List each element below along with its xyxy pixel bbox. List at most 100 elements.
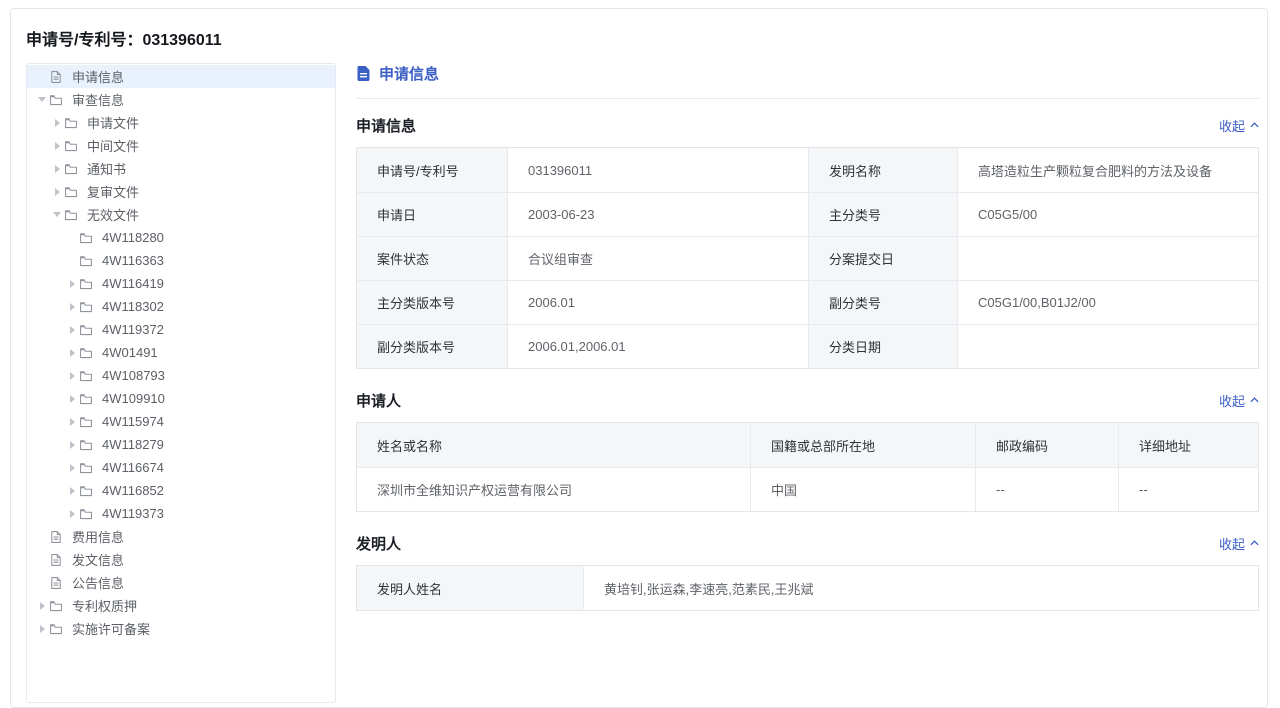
caret-right-icon[interactable] — [50, 139, 64, 153]
caret-right-icon[interactable] — [65, 415, 79, 429]
collapse-link-inventor[interactable]: 收起 — [1219, 534, 1259, 553]
tree-item-申请文件[interactable]: 申请文件 — [27, 111, 335, 134]
tree-item-中间文件[interactable]: 中间文件 — [27, 134, 335, 157]
tree-item-label: 4W119372 — [102, 322, 164, 337]
section-title-application-info: 申请信息 — [356, 115, 416, 136]
tree-item-4W118279[interactable]: 4W118279 — [27, 433, 335, 456]
field-label: 主分类号 — [808, 192, 957, 236]
tree-item-4W119373[interactable]: 4W119373 — [27, 502, 335, 525]
collapse-link-applicant[interactable]: 收起 — [1219, 391, 1259, 410]
section-header-application-info: 申请信息 收起 — [356, 114, 1259, 136]
document-icon — [49, 552, 64, 567]
main-header-title: 申请信息 — [379, 63, 439, 84]
field-label: 申请日 — [357, 192, 507, 236]
document-icon — [49, 529, 64, 544]
tree-item-4W118302[interactable]: 4W118302 — [27, 295, 335, 318]
chevron-up-icon — [1250, 122, 1259, 128]
chevron-up-icon — [1250, 540, 1259, 546]
tree-item-4W119372[interactable]: 4W119372 — [27, 318, 335, 341]
tree-item-label: 4W118280 — [102, 230, 164, 245]
chevron-up-icon — [1250, 397, 1259, 403]
collapse-label: 收起 — [1219, 534, 1245, 553]
applicant-table: 姓名或名称国籍或总部所在地邮政编码详细地址深圳市全维知识产权运营有限公司中国--… — [356, 422, 1259, 512]
caret-right-icon[interactable] — [65, 392, 79, 406]
tree-item-label: 公告信息 — [72, 573, 124, 592]
field-label: 副分类版本号 — [357, 324, 507, 368]
tree-item-4W116674[interactable]: 4W116674 — [27, 456, 335, 479]
field-value: 2006.01 — [507, 280, 808, 324]
field-label: 申请号/专利号 — [357, 148, 507, 192]
tree-item-4W108793[interactable]: 4W108793 — [27, 364, 335, 387]
caret-right-icon[interactable] — [65, 346, 79, 360]
tree-item-4W109910[interactable]: 4W109910 — [27, 387, 335, 410]
tree-item-label: 4W119373 — [102, 506, 164, 521]
collapse-link-application-info[interactable]: 收起 — [1219, 116, 1259, 135]
tree-item-公告信息[interactable]: 公告信息 — [27, 571, 335, 594]
tree-item-无效文件[interactable]: 无效文件 — [27, 203, 335, 226]
table-cell: -- — [1118, 467, 1258, 511]
caret-down-icon[interactable] — [50, 208, 64, 222]
caret-right-icon[interactable] — [65, 484, 79, 498]
tree-item-label: 4W116363 — [102, 253, 164, 268]
tree-item-发文信息[interactable]: 发文信息 — [27, 548, 335, 571]
caret-placeholder — [35, 70, 49, 84]
tree-item-审查信息[interactable]: 审查信息 — [27, 88, 335, 111]
caret-right-icon[interactable] — [50, 116, 64, 130]
tree-item-专利权质押[interactable]: 专利权质押 — [27, 594, 335, 617]
folder-icon — [49, 598, 64, 613]
tree-item-label: 4W01491 — [102, 345, 158, 360]
folder-icon — [64, 207, 79, 222]
caret-placeholder — [65, 254, 79, 268]
tree-item-4W118280[interactable]: 4W118280 — [27, 226, 335, 249]
table-cell: -- — [975, 467, 1118, 511]
tree-item-4W115974[interactable]: 4W115974 — [27, 410, 335, 433]
tree-item-实施许可备案[interactable]: 实施许可备案 — [27, 617, 335, 640]
main-content: 申请信息 申请信息 收起 申请号/专利号031396011发明名称高塔造粒生产颗… — [356, 63, 1259, 611]
field-label: 分案提交日 — [808, 236, 957, 280]
caret-right-icon[interactable] — [35, 622, 49, 636]
tree-item-label: 通知书 — [87, 159, 126, 178]
caret-right-icon[interactable] — [65, 277, 79, 291]
tree-item-4W01491[interactable]: 4W01491 — [27, 341, 335, 364]
field-value — [957, 236, 1258, 280]
folder-icon — [64, 184, 79, 199]
caret-right-icon[interactable] — [65, 461, 79, 475]
tree-item-费用信息[interactable]: 费用信息 — [27, 525, 335, 548]
caret-right-icon[interactable] — [65, 300, 79, 314]
tree-item-通知书[interactable]: 通知书 — [27, 157, 335, 180]
tree-item-复审文件[interactable]: 复审文件 — [27, 180, 335, 203]
caret-placeholder — [35, 576, 49, 590]
tree-item-label: 4W116852 — [102, 483, 164, 498]
tree-item-label: 4W115974 — [102, 414, 164, 429]
folder-icon — [79, 345, 94, 360]
tree-item-label: 申请文件 — [87, 113, 139, 132]
tree-item-label: 4W118279 — [102, 437, 164, 452]
caret-right-icon[interactable] — [50, 185, 64, 199]
field-value: 2003-06-23 — [507, 192, 808, 236]
caret-placeholder — [65, 231, 79, 245]
tree-item-4W116852[interactable]: 4W116852 — [27, 479, 335, 502]
folder-icon — [49, 621, 64, 636]
caret-placeholder — [35, 553, 49, 567]
caret-right-icon[interactable] — [65, 438, 79, 452]
document-icon — [49, 575, 64, 590]
caret-down-icon[interactable] — [35, 93, 49, 107]
tree-item-label: 实施许可备案 — [72, 619, 150, 638]
caret-right-icon[interactable] — [65, 369, 79, 383]
caret-right-icon[interactable] — [50, 162, 64, 176]
tree-item-label: 专利权质押 — [72, 596, 137, 615]
tree-item-4W116419[interactable]: 4W116419 — [27, 272, 335, 295]
tree-item-label: 发文信息 — [72, 550, 124, 569]
folder-icon — [79, 391, 94, 406]
application-info-table: 申请号/专利号031396011发明名称高塔造粒生产颗粒复合肥料的方法及设备申请… — [356, 147, 1259, 369]
caret-right-icon[interactable] — [65, 323, 79, 337]
field-label: 发明名称 — [808, 148, 957, 192]
tree-item-申请信息[interactable]: 申请信息 — [27, 65, 335, 88]
tree-item-label: 复审文件 — [87, 182, 139, 201]
caret-placeholder — [35, 530, 49, 544]
tree-item-4W116363[interactable]: 4W116363 — [27, 249, 335, 272]
caret-right-icon[interactable] — [65, 507, 79, 521]
tree-item-label: 中间文件 — [87, 136, 139, 155]
field-label: 分类日期 — [808, 324, 957, 368]
caret-right-icon[interactable] — [35, 599, 49, 613]
